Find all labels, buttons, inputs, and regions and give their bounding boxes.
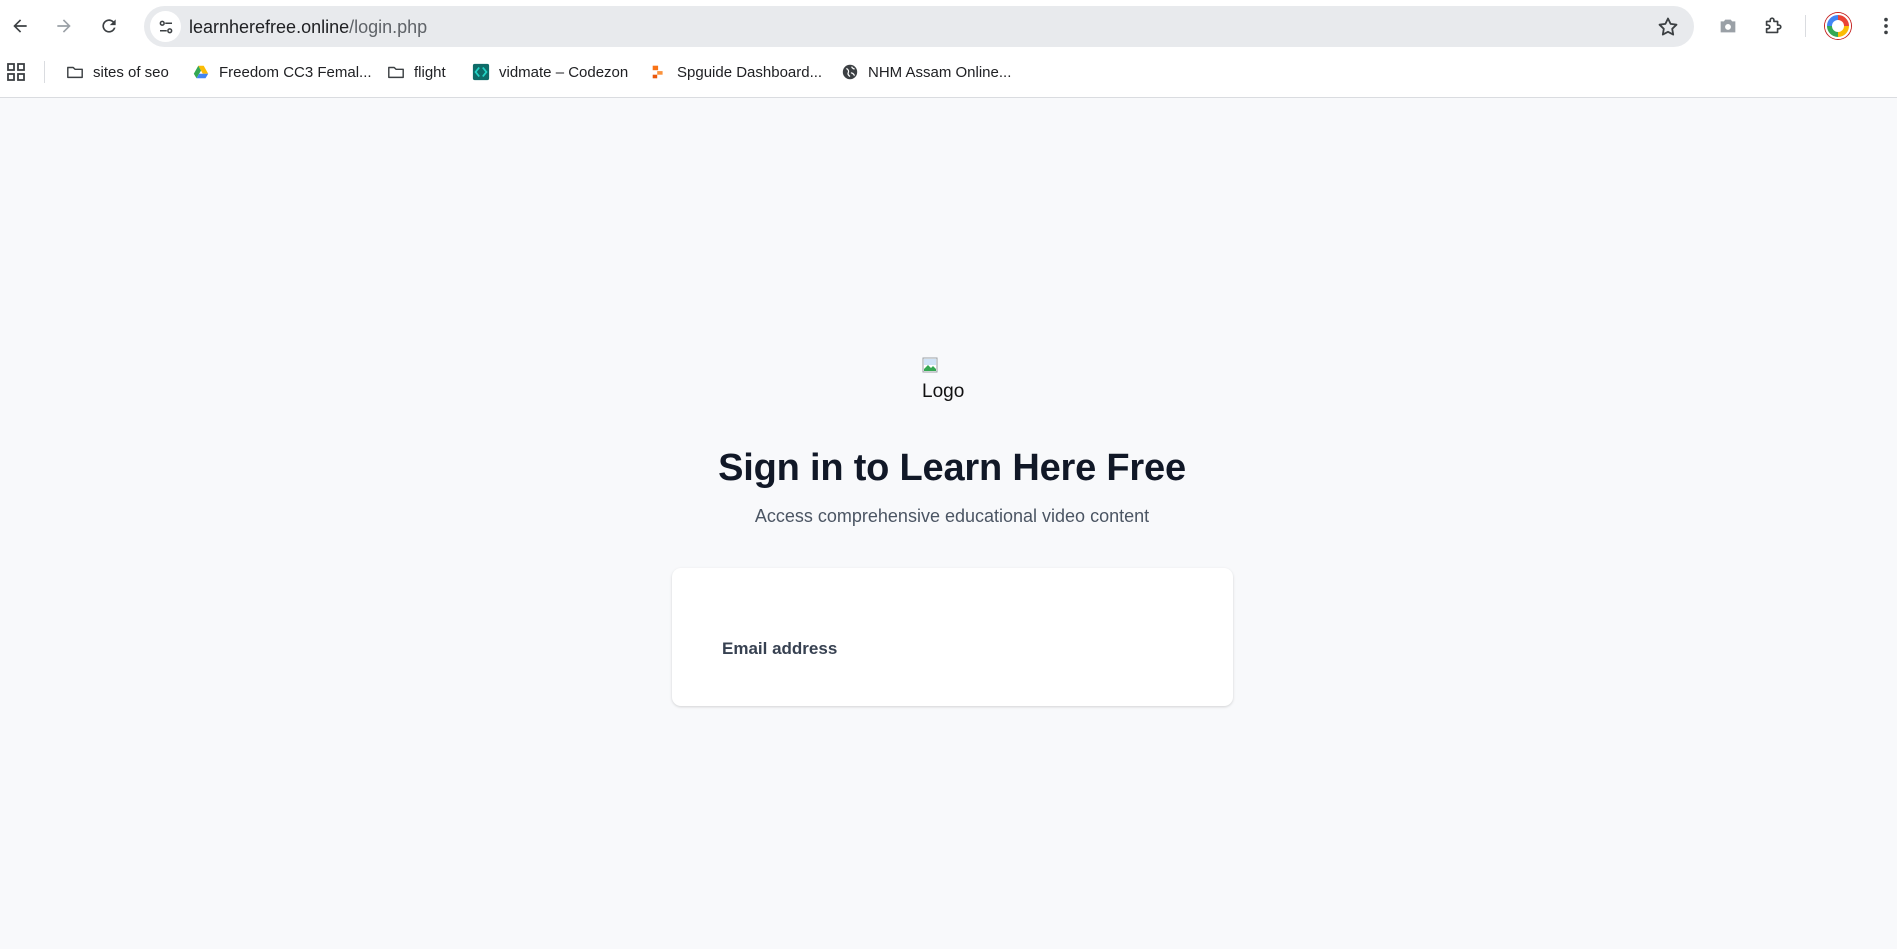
profile-avatar[interactable] — [1825, 13, 1851, 39]
star-icon[interactable] — [1656, 15, 1680, 39]
folder-icon — [387, 63, 405, 81]
bookmark-spguide-dashboard[interactable]: Spguide Dashboard... — [650, 60, 822, 84]
broken-image-icon — [922, 357, 938, 373]
bookmark-label: flight — [414, 63, 446, 81]
bookmark-flight[interactable]: flight — [387, 60, 446, 84]
browser-toolbar: learnherefree.online/login.php — [0, 0, 1897, 52]
browser-menu-button[interactable] — [1872, 12, 1897, 40]
spguide-icon — [650, 63, 668, 81]
bookmark-label: sites of seo — [93, 63, 169, 81]
arrow-left-icon — [13, 19, 27, 33]
logo: Logo — [921, 357, 981, 405]
bookmark-vidmate-codezon[interactable]: vidmate – Codezon — [472, 60, 628, 84]
email-label: Email address — [722, 639, 838, 658]
more-vertical-icon — [1884, 17, 1888, 35]
page-subtitle: Access comprehensive educational video c… — [754, 506, 1150, 526]
forward-button[interactable] — [50, 12, 78, 40]
login-page: Logo Sign in to Learn Here Free Access c… — [0, 98, 1897, 949]
reload-button[interactable] — [95, 12, 123, 40]
bookmark-label: NHM Assam Online... — [868, 63, 1012, 81]
bookmark-sites-of-seo[interactable]: sites of seo — [66, 60, 169, 84]
page-title: Sign in to Learn Here Free — [718, 447, 1186, 489]
google-drive-icon — [192, 63, 210, 81]
bookmark-freedom-cc3[interactable]: Freedom CC3 Femal... — [192, 60, 372, 84]
extensions-button[interactable] — [1759, 12, 1787, 40]
folder-icon — [66, 63, 84, 81]
bookmark-label: Freedom CC3 Femal... — [219, 63, 372, 81]
toolbar-divider — [1805, 15, 1806, 37]
url-path: /login.php — [349, 17, 428, 37]
logo-alt-text: Logo — [922, 381, 965, 402]
bookmark-label: vidmate – Codezon — [499, 63, 629, 81]
tune-icon — [159, 20, 172, 33]
bookmarks-separator — [44, 61, 45, 83]
login-card: Email address — [672, 568, 1233, 706]
bookmark-label: Spguide Dashboard... — [677, 63, 823, 81]
browser-chrome: learnherefree.online/login.php sites of … — [0, 0, 1897, 98]
apps-grid-icon[interactable] — [7, 63, 25, 81]
puzzle-icon — [1765, 17, 1782, 34]
camera-button[interactable] — [1714, 12, 1742, 40]
camera-icon — [1720, 19, 1736, 33]
url-text: learnherefree.online/login.php — [189, 17, 427, 38]
url-host: learnherefree.online — [189, 17, 350, 37]
bookmarks-bar: sites of seo Freedom CC3 Femal... flight… — [0, 58, 1897, 86]
reload-icon — [102, 19, 116, 33]
globe-icon — [841, 63, 859, 81]
site-info-button[interactable] — [150, 11, 181, 42]
address-bar[interactable]: learnherefree.online/login.php — [144, 6, 1694, 47]
arrow-right-icon — [57, 19, 71, 33]
bookmark-nhm-assam[interactable]: NHM Assam Online... — [841, 60, 1011, 84]
codezon-icon — [472, 63, 490, 81]
back-button[interactable] — [6, 12, 34, 40]
